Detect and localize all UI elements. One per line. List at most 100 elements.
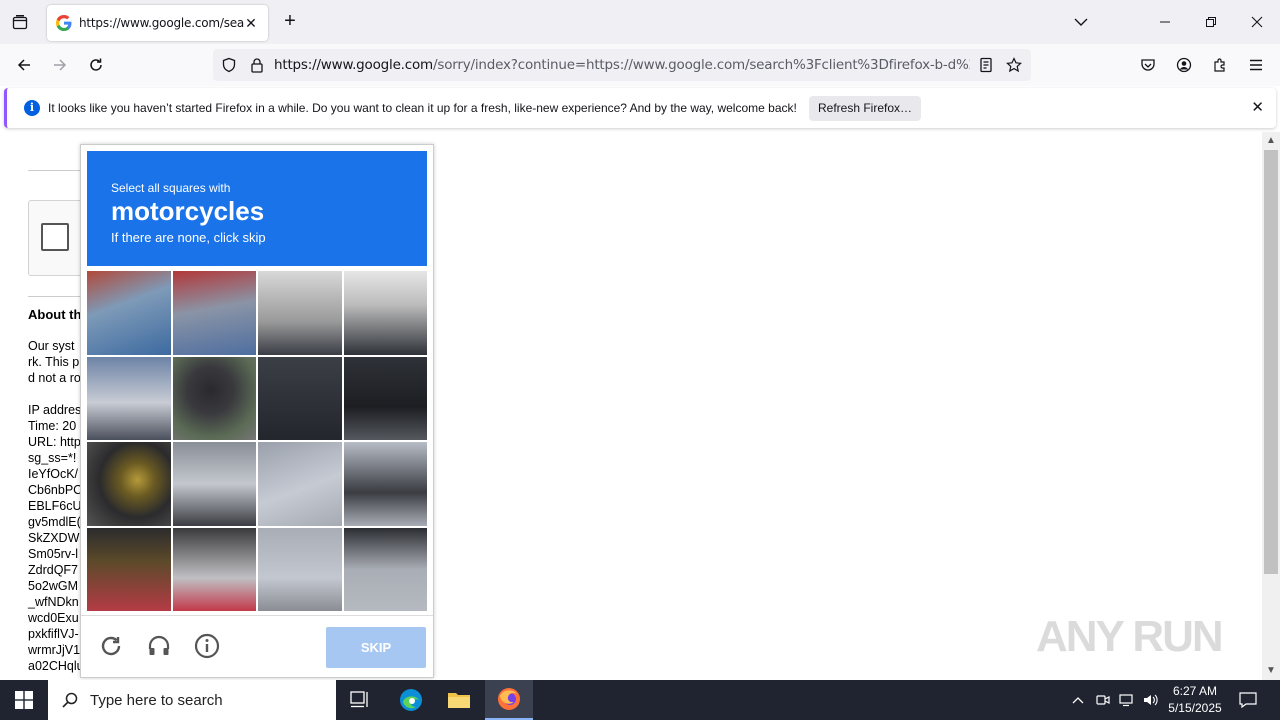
windows-taskbar: Type here to search 6:27 AM 5/15/2025 [0,680,1280,720]
challenge-info-icon[interactable] [193,632,221,660]
url-text[interactable]: https://www.google.com/sorry/index?conti… [274,57,970,73]
scrollbar-thumb[interactable] [1264,150,1278,574]
firefox-taskbar-icon[interactable] [485,680,533,720]
pocket-icon[interactable] [1133,51,1163,79]
list-all-tabs-icon[interactable] [1070,12,1092,32]
minimize-button[interactable] [1142,0,1188,44]
notifications-icon[interactable] [1234,680,1262,720]
page-text-line: rk. This p [28,355,80,369]
lock-icon[interactable] [248,56,266,74]
url-bar[interactable]: https://www.google.com/sorry/index?conti… [213,49,1031,81]
scroll-down-icon[interactable]: ▼ [1265,665,1277,677]
show-hidden-icons-chevron-icon[interactable] [1068,680,1088,720]
skip-button[interactable]: SKIP [326,627,426,668]
reader-view-icon[interactable] [977,56,995,74]
challenge-target: motorcycles [111,196,265,226]
page-text-line: d not a ro [28,371,81,385]
bookmark-star-icon[interactable] [1005,56,1023,74]
tracking-protection-shield-icon[interactable] [220,56,238,74]
page-text-line: Our syst [28,339,75,353]
grid-tile[interactable] [87,442,171,526]
grid-tile[interactable] [258,527,342,611]
page-text-line: wcd0Exu [28,611,79,625]
page-scrollbar[interactable]: ▲ ▼ [1262,132,1280,680]
grid-tile[interactable] [172,442,256,526]
tab-google[interactable]: https://www.google.com/search?client ✕ [47,5,268,41]
challenge-footer: SKIP [81,615,433,677]
about-heading: About th [28,307,82,322]
system-clock[interactable]: 6:27 AM 5/15/2025 [1160,683,1230,717]
grid-tile[interactable] [87,527,171,611]
back-button[interactable] [9,51,39,79]
grid-tile[interactable] [172,527,256,611]
reload-button[interactable] [81,51,111,79]
notification-message: It looks like you haven’t started Firefo… [48,101,797,115]
grid-tile[interactable] [343,527,427,611]
tab-bar: https://www.google.com/search?client ✕ + [0,0,1280,44]
clock-time: 6:27 AM [1172,684,1218,698]
refresh-firefox-notification: i It looks like you haven’t started Fire… [4,88,1276,128]
taskbar-search-box[interactable]: Type here to search [48,680,336,720]
divider [28,170,88,171]
navigation-bar: https://www.google.com/sorry/index?conti… [0,44,1280,86]
page-text-line: pxkfiflVJ- [28,627,79,641]
tab-close-icon[interactable]: ✕ [242,14,260,32]
challenge-image-grid [87,271,427,611]
page-text-line: sg_ss=*! [28,451,77,465]
refresh-firefox-button[interactable]: Refresh Firefox… [809,96,921,121]
page-text-line: Cb6nbPC [28,483,83,497]
network-icon[interactable] [1116,680,1138,720]
clock-date: 5/15/2025 [1168,701,1222,715]
reload-challenge-icon[interactable] [97,632,125,660]
file-explorer-icon[interactable] [435,680,483,720]
page-text-line: _wfNDkn [28,595,79,609]
volume-icon[interactable] [1140,680,1162,720]
grid-tile[interactable] [258,356,342,440]
account-icon[interactable] [1169,51,1199,79]
page-text-line: 5o2wGM [28,579,79,593]
grid-tile[interactable] [258,442,342,526]
tab-title: https://www.google.com/search?client [79,16,245,30]
challenge-hint: If there are none, click skip [111,230,266,245]
recaptcha-checkbox[interactable] [41,223,69,251]
grid-tile[interactable] [87,356,171,440]
task-view-icon[interactable] [336,680,384,720]
anyrun-watermark: ANY RUN [1036,612,1224,661]
page-text-line: wrmrJjV1 [28,643,81,657]
extensions-icon[interactable] [1205,51,1235,79]
start-button[interactable] [0,680,48,720]
meet-now-icon[interactable] [1093,680,1113,720]
edge-browser-icon[interactable] [387,680,435,720]
page-text-line: gv5mdlE( [28,515,81,529]
page-text-line: a02CHqlu [28,659,84,673]
forward-button[interactable] [45,51,75,79]
page-text-line: URL: http [28,435,81,449]
grid-tile[interactable] [343,271,427,355]
page-text-line: ZdrdQF7 [28,563,79,577]
close-window-button[interactable] [1234,0,1280,44]
page-text-line: EBLF6cU [28,499,82,513]
grid-tile[interactable] [258,271,342,355]
new-tab-button[interactable]: + [280,11,300,32]
divider [28,296,88,297]
recaptcha-checkbox-widget [28,200,88,276]
grid-tile[interactable] [343,442,427,526]
search-icon [62,692,78,708]
page-text-line: Time: 20 [28,419,77,433]
notification-close-icon[interactable]: ✕ [1251,98,1264,116]
page-text-line: IeYfOcK/ [28,467,79,481]
grid-tile[interactable] [172,356,256,440]
challenge-header: Select all squares with motorcycles If t… [87,151,427,266]
url-path: /sorry/index?continue=https://www.google… [433,57,970,73]
firefox-view-icon[interactable] [8,11,32,33]
taskbar-search-placeholder: Type here to search [90,691,223,709]
audio-challenge-icon[interactable] [145,632,173,660]
scroll-up-icon[interactable]: ▲ [1265,135,1277,147]
page-text-line: IP addres [28,403,82,417]
grid-tile[interactable] [172,271,256,355]
menu-hamburger-icon[interactable] [1241,51,1271,79]
restore-button[interactable] [1188,0,1234,44]
grid-tile[interactable] [343,356,427,440]
grid-tile[interactable] [87,271,171,355]
info-icon: i [24,100,40,116]
